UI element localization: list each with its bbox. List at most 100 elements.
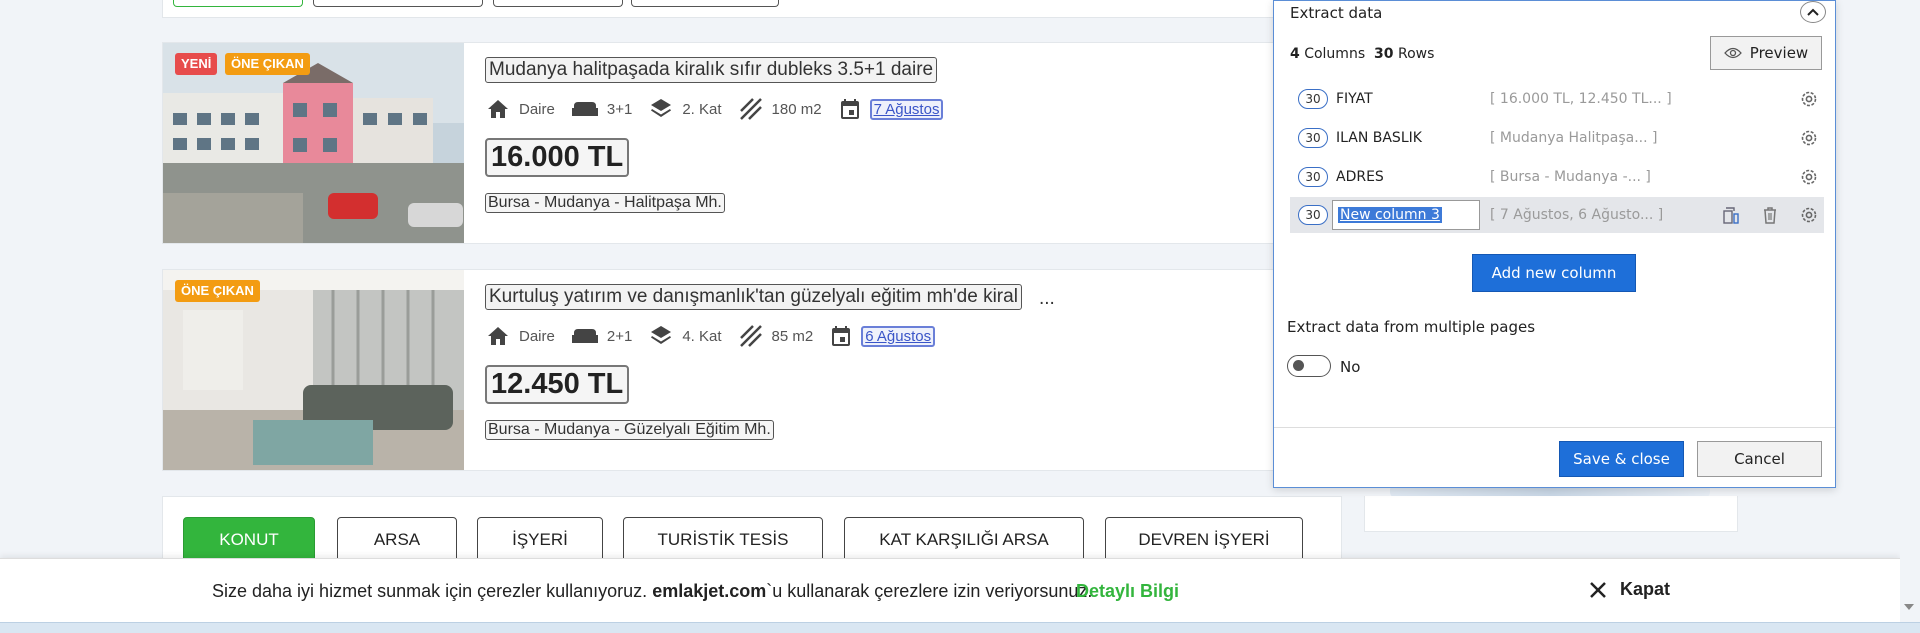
prev-button-remnant[interactable] — [173, 0, 303, 7]
save-close-button[interactable]: Save & close — [1559, 441, 1684, 477]
column-row-ilan-baslik[interactable]: 30 ILAN BASLIK [ Mudanya Halitpaşa... ] — [1290, 120, 1824, 156]
featured-badge: ÖNE ÇIKAN — [225, 53, 310, 75]
listing-title[interactable]: Mudanya halitpaşada kiralık sıfır dublek… — [485, 57, 938, 83]
listing-title[interactable]: Kurtuluş yatırım ve danışmanlık'tan güze… — [485, 284, 1022, 310]
panel-divider — [1274, 427, 1835, 428]
column-preview: [ Bursa - Mudanya -... ] — [1490, 169, 1651, 185]
cookie-message-pre: Size daha iyi hizmet sunmak için çerezle… — [212, 581, 653, 601]
column-row-fiyat[interactable]: 30 FIYAT [ 16.000 TL, 12.450 TL... ] — [1290, 81, 1824, 117]
tab-devren-isyeri[interactable]: DEVREN İŞYERİ — [1105, 517, 1303, 563]
preview-button[interactable]: Preview — [1710, 36, 1822, 70]
eye-icon — [1723, 47, 1742, 59]
listing-features: Daire 2+1 4. Kat 85 m2 6 Ağustos — [485, 324, 951, 348]
rows-label: Rows — [1397, 46, 1435, 62]
column-row-counts: 4 Columns 30 Rows — [1290, 46, 1434, 62]
feature-rooms-label: 3+1 — [606, 100, 633, 118]
side-panel — [1364, 496, 1738, 532]
tab-turistik-tesis[interactable]: TURİSTİK TESİS — [623, 517, 823, 563]
columns-count: 4 — [1290, 46, 1300, 62]
column-preview: [ 16.000 TL, 12.450 TL... ] — [1490, 91, 1672, 107]
column-preview: [ 7 Ağustos, 6 Ağusto... ] — [1490, 207, 1664, 223]
cookie-message-post: `u kullanarak çerezlere izin veriyorsunu… — [766, 581, 1093, 601]
tab-isyeri[interactable]: İŞYERİ — [477, 517, 603, 563]
listing-address: Bursa - Mudanya - Halitpaşa Mh. — [485, 193, 725, 213]
toggle-knob — [1293, 360, 1304, 371]
scrollbar[interactable] — [1900, 0, 1920, 622]
feature-area: 180 m2 — [738, 97, 822, 121]
tab-konut[interactable]: KONUT — [183, 517, 315, 563]
prev-button-remnant[interactable] — [313, 0, 483, 7]
column-count-badge: 30 — [1298, 89, 1328, 109]
sofa-icon — [571, 329, 598, 343]
cookie-close-button[interactable]: Kapat — [1588, 579, 1670, 600]
feature-floor-label: 2. Kat — [682, 100, 722, 118]
new-badge: YENİ — [175, 53, 218, 75]
feature-type: Daire — [485, 97, 555, 121]
listing-card[interactable]: ÖNE ÇIKAN Kurtuluş yatırım ve danışmanlı… — [162, 269, 1342, 471]
columns-label: Columns — [1304, 46, 1366, 62]
feature-area: 85 m2 — [738, 324, 814, 348]
column-name-input-value: New column 3 — [1338, 207, 1442, 223]
extract-data-panel: Extract data 4 Columns 30 Rows Preview 3… — [1273, 0, 1836, 488]
cookie-details-link[interactable]: Detaylı Bilgi — [1076, 581, 1179, 602]
listing-address: Bursa - Mudanya - Güzelyalı Eğitim Mh. — [485, 420, 774, 440]
listing-card[interactable]: YENİ ÖNE ÇIKAN Mudanya halitpaşada kiral… — [162, 42, 1342, 244]
chevron-up-icon — [1807, 8, 1819, 16]
tab-kat-karsiligi-arsa[interactable]: KAT KARŞILIĞI ARSA — [844, 517, 1084, 563]
column-count-badge: 30 — [1298, 167, 1328, 187]
feature-rooms-label: 2+1 — [606, 327, 633, 345]
trash-icon[interactable] — [1760, 205, 1780, 225]
collapse-button[interactable] — [1800, 1, 1826, 23]
rows-count: 30 — [1374, 46, 1394, 62]
cookie-banner: Size daha iyi hizmet sunmak için çerezle… — [0, 558, 1900, 622]
feature-type: Daire — [485, 324, 555, 348]
multi-pages-toggle[interactable] — [1287, 355, 1331, 377]
gear-icon[interactable] — [1799, 205, 1819, 225]
page-footer-remnant — [0, 622, 1920, 633]
scroll-down-arrow-icon[interactable] — [1904, 604, 1914, 610]
panel-title: Extract data — [1290, 4, 1383, 22]
home-icon — [488, 327, 508, 345]
column-preview: [ Mudanya Halitpaşa... ] — [1490, 130, 1658, 146]
feature-floor-label: 4. Kat — [682, 327, 722, 345]
layers-icon — [651, 99, 672, 117]
gear-icon[interactable] — [1799, 167, 1819, 187]
listing-features: Daire 3+1 2. Kat 180 m2 7 Ağustos — [485, 97, 959, 121]
column-name[interactable]: ILAN BASLIK — [1336, 130, 1422, 146]
cookie-site: emlakjet.com — [652, 581, 767, 601]
close-icon — [1590, 581, 1606, 598]
column-row-adres[interactable]: 30 ADRES [ Bursa - Mudanya -... ] — [1290, 159, 1824, 195]
gear-icon[interactable] — [1799, 128, 1819, 148]
column-name-input[interactable]: New column 3 — [1332, 200, 1480, 230]
title-ellipsis: ... — [1039, 288, 1055, 309]
prev-button-remnant[interactable] — [493, 0, 623, 7]
cookie-message: Size daha iyi hizmet sunmak için çerezle… — [212, 581, 1092, 602]
feature-area-label: 85 m2 — [771, 327, 814, 345]
cookie-close-label: Kapat — [1620, 579, 1671, 599]
preview-label: Preview — [1749, 44, 1809, 62]
listing-date[interactable]: 7 Ağustos — [869, 98, 944, 120]
feature-type-label: Daire — [519, 100, 555, 118]
listing-price: 12.450 TL — [485, 365, 630, 404]
multi-pages-label: Extract data from multiple pages — [1287, 318, 1536, 336]
column-name[interactable]: ADRES — [1336, 169, 1384, 185]
featured-badge: ÖNE ÇIKAN — [175, 280, 260, 302]
feature-rooms: 3+1 — [571, 98, 632, 120]
gear-icon[interactable] — [1799, 89, 1819, 109]
calendar-icon — [832, 326, 851, 346]
feature-rooms: 2+1 — [571, 325, 632, 347]
prev-button-remnant[interactable] — [631, 0, 779, 7]
column-name[interactable]: FIYAT — [1336, 91, 1373, 107]
cancel-button[interactable]: Cancel — [1697, 441, 1822, 477]
feature-floor: 2. Kat — [648, 97, 722, 121]
multi-pages-value: No — [1340, 358, 1361, 376]
add-column-button[interactable]: Add new column — [1472, 254, 1636, 292]
feature-date: 7 Ağustos — [838, 97, 944, 121]
column-settings-icon[interactable] — [1721, 205, 1741, 225]
home-icon — [488, 100, 508, 118]
area-icon — [739, 98, 762, 120]
column-row-new-column[interactable]: 30 New column 3 [ 7 Ağustos, 6 Ağusto...… — [1290, 197, 1824, 233]
listing-date[interactable]: 6 Ağustos — [861, 325, 936, 347]
feature-date: 6 Ağustos — [829, 324, 936, 348]
tab-arsa[interactable]: ARSA — [337, 517, 457, 563]
